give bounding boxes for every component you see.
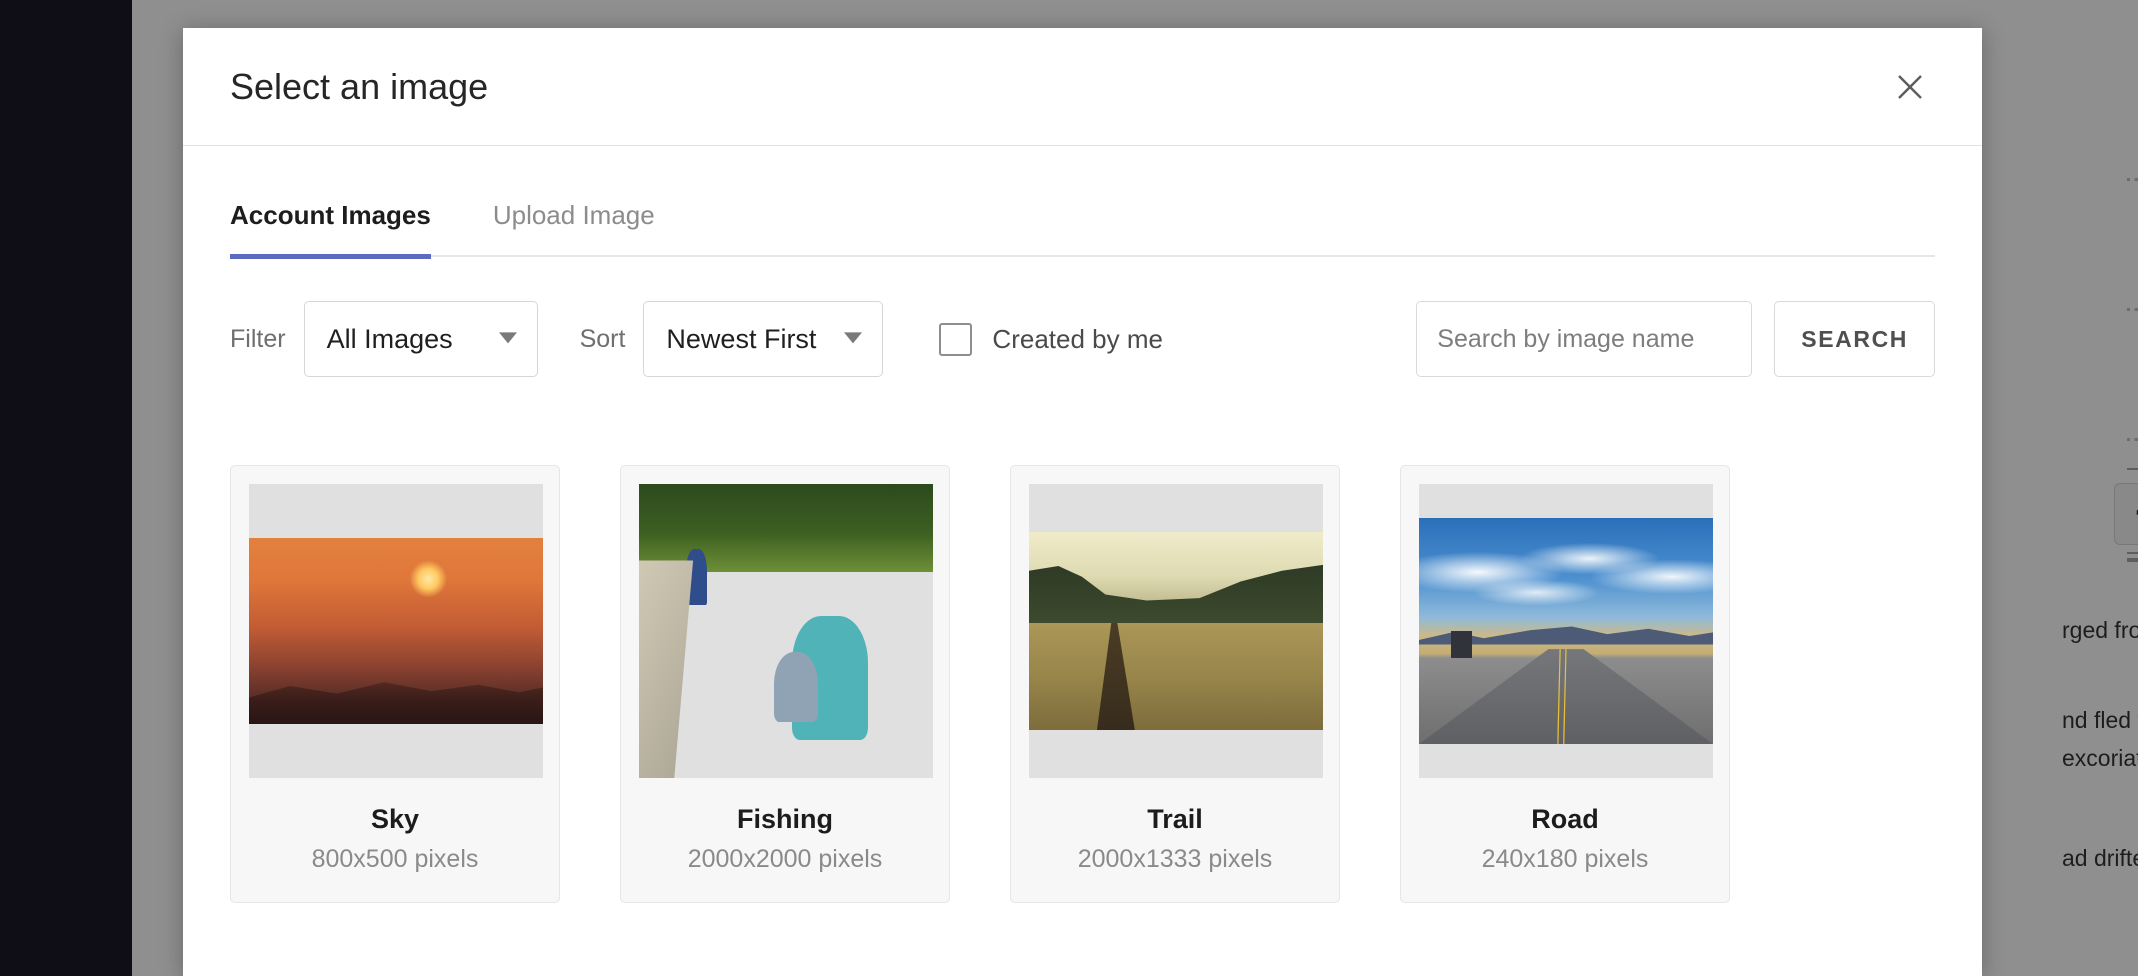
close-icon[interactable] (1888, 65, 1932, 109)
search-input[interactable] (1416, 301, 1752, 377)
image-thumbnail (249, 484, 543, 778)
chevron-down-icon (499, 332, 517, 343)
filter-select[interactable]: All Images (304, 301, 538, 377)
image-thumbnail (1419, 484, 1713, 778)
search-button[interactable]: SEARCH (1774, 301, 1935, 377)
tab-label: Account Images (230, 200, 431, 230)
chevron-down-icon (844, 332, 862, 343)
tab-upload-image[interactable]: Upload Image (493, 200, 655, 257)
image-dimensions: 2000x2000 pixels (639, 845, 931, 874)
sort-select[interactable]: Newest First (643, 301, 883, 377)
image-name: Road (1419, 804, 1711, 835)
fishing-image (639, 484, 933, 778)
page-title: Select an image (230, 66, 488, 108)
modal-body: Account Images Upload Image Filter All I… (183, 198, 1982, 903)
created-by-me-row[interactable]: Created by me (939, 323, 1163, 356)
image-dimensions: 2000x1333 pixels (1029, 845, 1321, 874)
image-dimensions: 800x500 pixels (249, 845, 541, 874)
search-group: SEARCH (1416, 301, 1935, 377)
figure-child (774, 652, 818, 723)
image-card-sky[interactable]: Sky 800x500 pixels (230, 465, 560, 903)
image-name: Trail (1029, 804, 1321, 835)
filter-label: Filter (230, 325, 286, 354)
created-by-me-checkbox[interactable] (939, 323, 972, 356)
image-name: Fishing (639, 804, 931, 835)
clouds-shape (1419, 518, 1713, 631)
road-image (1419, 518, 1713, 744)
tab-account-images[interactable]: Account Images (230, 200, 431, 257)
select-image-modal: Select an image Account Images Upload Im… (183, 28, 1982, 976)
image-card-fishing[interactable]: Fishing 2000x2000 pixels (620, 465, 950, 903)
filter-select-value: All Images (327, 324, 453, 355)
image-gallery: Sky 800x500 pixels Fishing 2000x2000 pix… (230, 465, 1935, 903)
image-card-trail[interactable]: Trail 2000x1333 pixels (1010, 465, 1340, 903)
app-sidebar[interactable] (0, 0, 132, 976)
sort-label: Sort (580, 325, 626, 354)
created-by-me-label: Created by me (992, 324, 1163, 355)
trail-image (1029, 532, 1323, 730)
modal-header: Select an image (183, 28, 1982, 146)
image-thumbnail (1029, 484, 1323, 778)
figure-distant (686, 549, 707, 605)
tab-label: Upload Image (493, 200, 655, 230)
screen: <> rged from the pri nd fled the arena e… (0, 0, 2138, 976)
sort-select-value: Newest First (666, 324, 816, 355)
filter-toolbar: Filter All Images Sort Newest First Crea… (230, 301, 1935, 377)
image-dimensions: 240x180 pixels (1419, 845, 1711, 874)
road-sign-shape (1451, 631, 1472, 658)
trail-path-shape (1094, 619, 1135, 730)
image-thumbnail (639, 484, 933, 778)
image-name: Sky (249, 804, 541, 835)
sky-image (249, 538, 543, 724)
tab-list: Account Images Upload Image (230, 198, 1935, 257)
image-card-road[interactable]: Road 240x180 pixels (1400, 465, 1730, 903)
